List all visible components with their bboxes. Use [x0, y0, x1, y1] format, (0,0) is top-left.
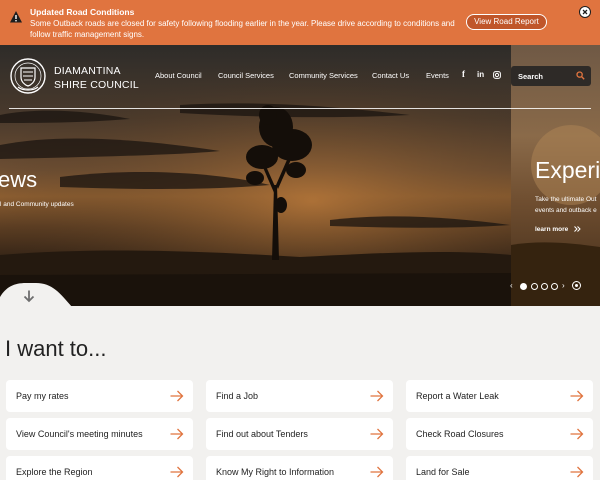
tile-tenders[interactable]: Find out about Tenders: [206, 418, 393, 450]
slide-subtitle: l and Community updates: [0, 201, 74, 208]
tile-label: Know My Right to Information: [216, 467, 335, 477]
tile-label: Explore the Region: [16, 467, 93, 477]
alert-bar: Updated Road Conditions Some Outback roa…: [0, 0, 600, 45]
alert-message: Some Outback roads are closed for safety…: [30, 19, 455, 39]
tile-find-a-job[interactable]: Find a Job: [206, 380, 393, 412]
carousel-dot[interactable]: [551, 283, 558, 290]
council-crest-logo[interactable]: [9, 57, 47, 95]
arrow-right-icon: [170, 428, 184, 440]
carousel-prev-icon[interactable]: ‹: [510, 281, 513, 290]
facebook-icon[interactable]: f: [462, 69, 465, 79]
arrow-right-icon: [170, 466, 184, 478]
tile-label: Find a Job: [216, 391, 259, 401]
tile-label: Check Road Closures: [416, 429, 504, 439]
i-want-to-heading: I want to...: [5, 336, 107, 361]
next-slide-subtitle-line1: Take the ultimate Out: [535, 196, 597, 203]
slide-title: ews: [0, 167, 38, 192]
tile-label: Pay my rates: [16, 391, 69, 401]
instagram-icon[interactable]: [493, 71, 501, 79]
close-icon[interactable]: [579, 6, 591, 18]
carousel-next-icon[interactable]: ›: [562, 281, 565, 290]
tile-land-for-sale[interactable]: Land for Sale: [406, 456, 593, 480]
tile-explore-region[interactable]: Explore the Region: [6, 456, 193, 480]
tile-label: Report a Water Leak: [416, 391, 499, 401]
nav-divider: [9, 108, 591, 109]
carousel-dot[interactable]: [531, 283, 538, 290]
learn-more-label: learn more: [535, 226, 569, 233]
arrow-right-icon: [370, 428, 384, 440]
search-icon[interactable]: [576, 71, 585, 80]
linkedin-icon[interactable]: in: [477, 70, 484, 79]
alert-title: Updated Road Conditions: [30, 7, 135, 17]
nav-council-services[interactable]: Council Services: [218, 71, 274, 80]
next-slide-title: Experien: [535, 157, 600, 183]
search-input[interactable]: [518, 71, 574, 82]
arrow-down-icon[interactable]: [22, 289, 36, 303]
scroll-down-tab[interactable]: [0, 283, 72, 307]
nav-community-services[interactable]: Community Services: [289, 71, 358, 80]
tile-label: Land for Sale: [416, 467, 470, 477]
arrow-right-icon: [570, 390, 584, 402]
double-chevron-right-icon: [574, 226, 581, 233]
council-name-line1: DIAMANTINA: [54, 65, 121, 77]
next-slide-subtitle-line2: events and outback e: [535, 207, 597, 214]
nav-contact-us[interactable]: Contact Us: [372, 71, 409, 80]
council-name[interactable]: DIAMANTINA SHIRE COUNCIL: [54, 64, 139, 92]
arrow-right-icon: [570, 428, 584, 440]
arrow-right-icon: [370, 466, 384, 478]
tile-label: View Council's meeting minutes: [16, 429, 143, 439]
learn-more-link[interactable]: learn more: [535, 226, 581, 233]
tile-right-to-information[interactable]: Know My Right to Information: [206, 456, 393, 480]
arrow-right-icon: [570, 466, 584, 478]
warning-icon: [10, 11, 22, 23]
tile-report-water-leak[interactable]: Report a Water Leak: [406, 380, 593, 412]
council-name-line2: SHIRE COUNCIL: [54, 79, 139, 91]
tile-meeting-minutes[interactable]: View Council's meeting minutes: [6, 418, 193, 450]
carousel-dot[interactable]: [541, 283, 548, 290]
carousel-dot[interactable]: [520, 283, 527, 290]
view-road-report-button[interactable]: View Road Report: [466, 14, 547, 30]
next-slide-subtitle: Take the ultimate Out events and outback…: [535, 194, 600, 216]
arrow-right-icon: [370, 390, 384, 402]
tile-pay-my-rates[interactable]: Pay my rates: [6, 380, 193, 412]
tile-label: Find out about Tenders: [216, 429, 308, 439]
arrow-right-icon: [170, 390, 184, 402]
nav-events[interactable]: Events: [426, 71, 449, 80]
carousel-autoplay-icon[interactable]: [572, 281, 581, 290]
nav-about-council[interactable]: About Council: [155, 71, 202, 80]
tile-road-closures[interactable]: Check Road Closures: [406, 418, 593, 450]
